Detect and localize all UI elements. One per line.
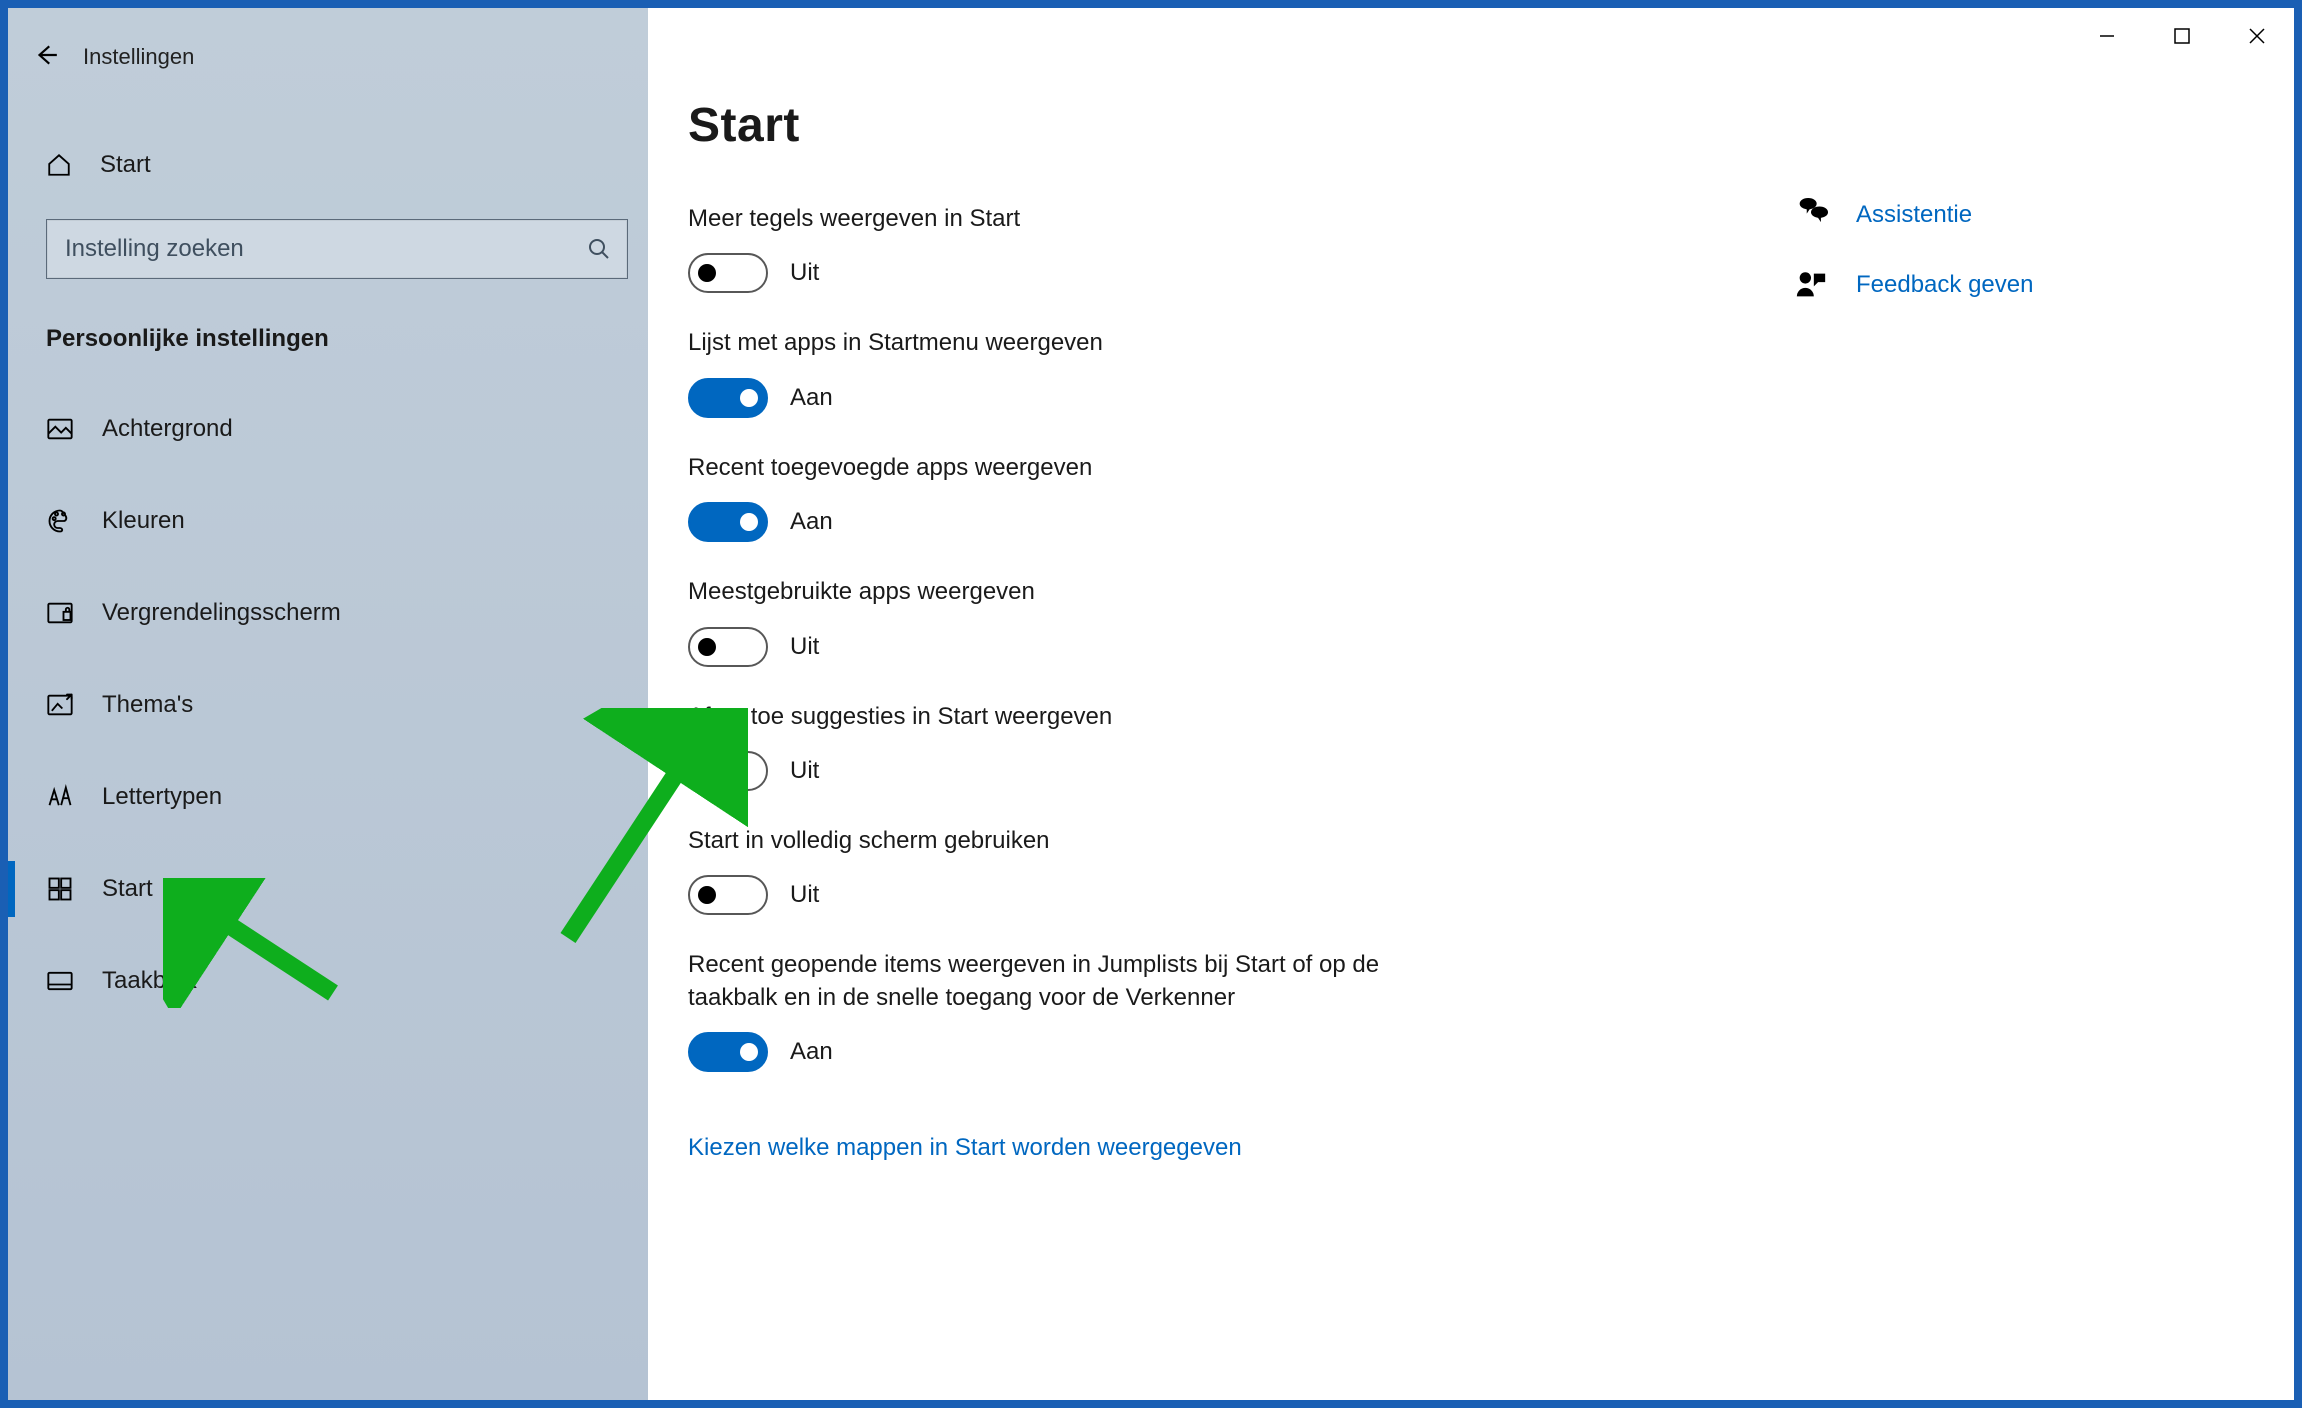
back-button[interactable] bbox=[8, 42, 83, 73]
sidebar-item-vergrendelingsscherm[interactable]: Vergrendelingsscherm bbox=[8, 567, 648, 659]
toggle-row: Aan bbox=[688, 378, 1688, 418]
setting-row: Start in volledig scherm gebruiken Uit bbox=[688, 825, 1688, 915]
setting-row: Recent geopende items weergeven in Jumpl… bbox=[688, 949, 1688, 1072]
sidebar-item-home[interactable]: Start bbox=[8, 132, 648, 197]
toggle-switch[interactable] bbox=[688, 627, 768, 667]
toggle-switch[interactable] bbox=[688, 875, 768, 915]
sidebar-item-label: Kleuren bbox=[102, 507, 185, 535]
font-icon bbox=[46, 783, 74, 811]
palette-icon bbox=[46, 507, 74, 535]
setting-row: Meer tegels weergeven in Start Uit bbox=[688, 203, 1688, 293]
setting-label: Start in volledig scherm gebruiken bbox=[688, 825, 1408, 857]
setting-label: Af en toe suggesties in Start weergeven bbox=[688, 701, 1408, 733]
help-link-label: Assistentie bbox=[1856, 201, 1972, 229]
toggle-row: Aan bbox=[688, 502, 1688, 542]
setting-label: Meestgebruikte apps weergeven bbox=[688, 576, 1408, 608]
setting-row: Recent toegevoegde apps weergeven Aan bbox=[688, 452, 1688, 542]
minimize-icon bbox=[2098, 27, 2116, 50]
toggle-switch[interactable] bbox=[688, 502, 768, 542]
settings-list: Meer tegels weergeven in Start Uit Lijst m… bbox=[688, 203, 1688, 1072]
toggle-state-label: Aan bbox=[790, 508, 833, 536]
sidebar-item-label: Taakbalk bbox=[102, 967, 197, 995]
toggle-state-label: Aan bbox=[790, 1038, 833, 1066]
sidebar-item-start[interactable]: Start bbox=[8, 843, 648, 935]
maximize-icon bbox=[2173, 27, 2191, 50]
arrow-left-icon bbox=[33, 42, 59, 73]
toggle-state-label: Uit bbox=[790, 259, 819, 287]
feedback-link-row[interactable]: Feedback geven bbox=[1794, 268, 2214, 302]
setting-label: Recent geopende items weergeven in Jumpl… bbox=[688, 949, 1408, 1014]
close-icon bbox=[2248, 27, 2266, 50]
toggle-state-label: Uit bbox=[790, 881, 819, 909]
setting-row: Af en toe suggesties in Start weergeven U… bbox=[688, 701, 1688, 791]
themes-icon bbox=[46, 691, 74, 719]
toggle-row: Uit bbox=[688, 751, 1688, 791]
page-title: Start bbox=[688, 98, 1688, 153]
start-icon bbox=[46, 875, 74, 903]
search-input[interactable] bbox=[63, 234, 587, 264]
setting-row: Meestgebruikte apps weergeven Uit bbox=[688, 576, 1688, 666]
app-title: Instellingen bbox=[83, 44, 194, 70]
maximize-button[interactable] bbox=[2144, 8, 2219, 68]
toggle-row: Uit bbox=[688, 875, 1688, 915]
minimize-button[interactable] bbox=[2069, 8, 2144, 68]
sidebar-home-label: Start bbox=[100, 151, 151, 179]
toggle-row: Uit bbox=[688, 253, 1688, 293]
setting-label: Meer tegels weergeven in Start bbox=[688, 203, 1408, 235]
close-button[interactable] bbox=[2219, 8, 2294, 68]
help-icon bbox=[1794, 198, 1828, 232]
taskbar-icon bbox=[46, 967, 74, 995]
setting-row: Lijst met apps in Startmenu weergeven Aan bbox=[688, 327, 1688, 417]
sidebar-item-label: Achtergrond bbox=[102, 415, 233, 443]
help-link-row[interactable]: Assistentie bbox=[1794, 198, 2214, 232]
toggle-state-label: Uit bbox=[790, 757, 819, 785]
window-controls bbox=[2069, 8, 2294, 68]
sidebar-item-label: Vergrendelingsscherm bbox=[102, 599, 341, 627]
image-icon bbox=[46, 415, 74, 443]
setting-label: Recent toegevoegde apps weergeven bbox=[688, 452, 1408, 484]
right-column: Assistentie Feedback geven bbox=[1794, 198, 2214, 338]
sidebar-item-themas[interactable]: Thema's bbox=[8, 659, 648, 751]
feedback-icon bbox=[1794, 268, 1828, 302]
sidebar-header: Instellingen bbox=[8, 8, 648, 92]
sidebar-item-kleuren[interactable]: Kleuren bbox=[8, 475, 648, 567]
search-box[interactable] bbox=[46, 219, 628, 279]
sidebar-item-taakbalk[interactable]: Taakbalk bbox=[8, 935, 648, 1027]
sidebar-item-label: Thema's bbox=[102, 691, 193, 719]
content-area: Start Meer tegels weergeven in Start Uit L… bbox=[648, 8, 1758, 1202]
toggle-state-label: Uit bbox=[790, 633, 819, 661]
choose-folders-link[interactable]: Kiezen welke mappen in Start worden weer… bbox=[688, 1134, 1242, 1162]
settings-window: Instellingen Start Persoonlijke instelli… bbox=[8, 8, 2294, 1400]
lock-screen-icon bbox=[46, 599, 74, 627]
home-icon bbox=[46, 152, 72, 178]
feedback-link-label: Feedback geven bbox=[1856, 271, 2033, 299]
sidebar-item-label: Lettertypen bbox=[102, 783, 222, 811]
toggle-switch[interactable] bbox=[688, 253, 768, 293]
toggle-switch[interactable] bbox=[688, 378, 768, 418]
sidebar-item-label: Start bbox=[102, 875, 153, 903]
search-icon bbox=[587, 237, 611, 261]
toggle-row: Uit bbox=[688, 627, 1688, 667]
toggle-row: Aan bbox=[688, 1032, 1688, 1072]
main-pane: Start Meer tegels weergeven in Start Uit L… bbox=[648, 8, 2294, 1400]
setting-label: Lijst met apps in Startmenu weergeven bbox=[688, 327, 1408, 359]
sidebar-section-title: Persoonlijke instellingen bbox=[46, 325, 648, 353]
toggle-switch[interactable] bbox=[688, 751, 768, 791]
sidebar-item-lettertypen[interactable]: Lettertypen bbox=[8, 751, 648, 843]
sidebar-nav: Achtergrond Kleuren Vergrendelingsscherm… bbox=[8, 383, 648, 1027]
toggle-switch[interactable] bbox=[688, 1032, 768, 1072]
sidebar: Instellingen Start Persoonlijke instelli… bbox=[8, 8, 648, 1400]
sidebar-item-achtergrond[interactable]: Achtergrond bbox=[8, 383, 648, 475]
toggle-state-label: Aan bbox=[790, 384, 833, 412]
